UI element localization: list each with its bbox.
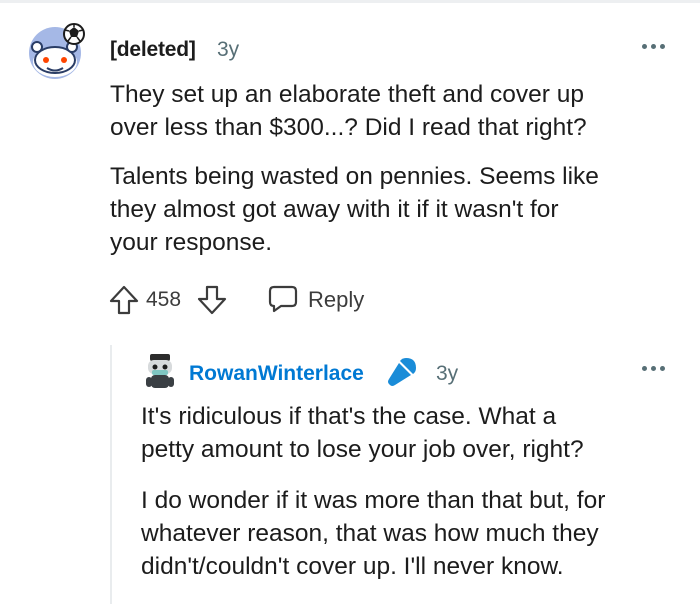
snoo-avatar-icon [29,23,85,79]
downvote-button[interactable] [196,284,228,316]
reply-paragraph: I do wonder if it was more than that but… [141,484,605,583]
reply-label: Reply [308,287,365,312]
comment-line: Talents being wasted on pennies. Seems l… [110,163,599,190]
reply-paragraph: It's ridiculous if that's the case. What… [141,400,584,466]
reply-line: whatever reason, that was how much they [141,520,599,547]
more-options-icon [642,44,647,49]
more-options-icon [642,366,647,371]
comment-paragraph: Talents being wasted on pennies. Seems l… [110,160,599,259]
reply-age[interactable]: 3y [436,362,458,386]
upvote-button[interactable] [108,284,140,316]
reply-line: petty amount to lose your job over, righ… [141,436,584,463]
snoo-avatar[interactable] [28,22,90,80]
user-avatar-icon [146,354,174,388]
downvote-arrow-icon [197,285,227,315]
upvote-arrow-icon [109,285,139,315]
reply-line: didn't/couldn't cover up. I'll never kno… [141,553,564,580]
reply-line: It's ridiculous if that's the case. What… [141,403,557,430]
reply-bubble-icon [268,285,298,313]
reply-author[interactable]: RowanWinterlace [189,362,364,386]
more-options-button[interactable] [641,356,667,380]
vote-score: 458 [146,288,182,311]
more-options-button[interactable] [641,34,667,58]
thread-line[interactable] [110,345,112,604]
microphone-icon [385,355,419,389]
comment-line: your response. [110,229,273,256]
comment-line: They set up an elaborate theft and cover… [110,81,584,108]
comment-age[interactable]: 3y [217,38,239,62]
reply-line: I do wonder if it was more than that but… [141,487,606,514]
reply-button[interactable]: Reply [268,282,378,316]
comment-paragraph: They set up an elaborate theft and cover… [110,78,587,144]
comment-line: they almost got away with it if it wasn'… [110,196,559,223]
user-avatar[interactable] [142,352,178,392]
comment-author[interactable]: [deleted] [110,38,196,62]
comment-line: over less than $300...? Did I read that … [110,114,587,141]
top-divider [0,0,700,3]
